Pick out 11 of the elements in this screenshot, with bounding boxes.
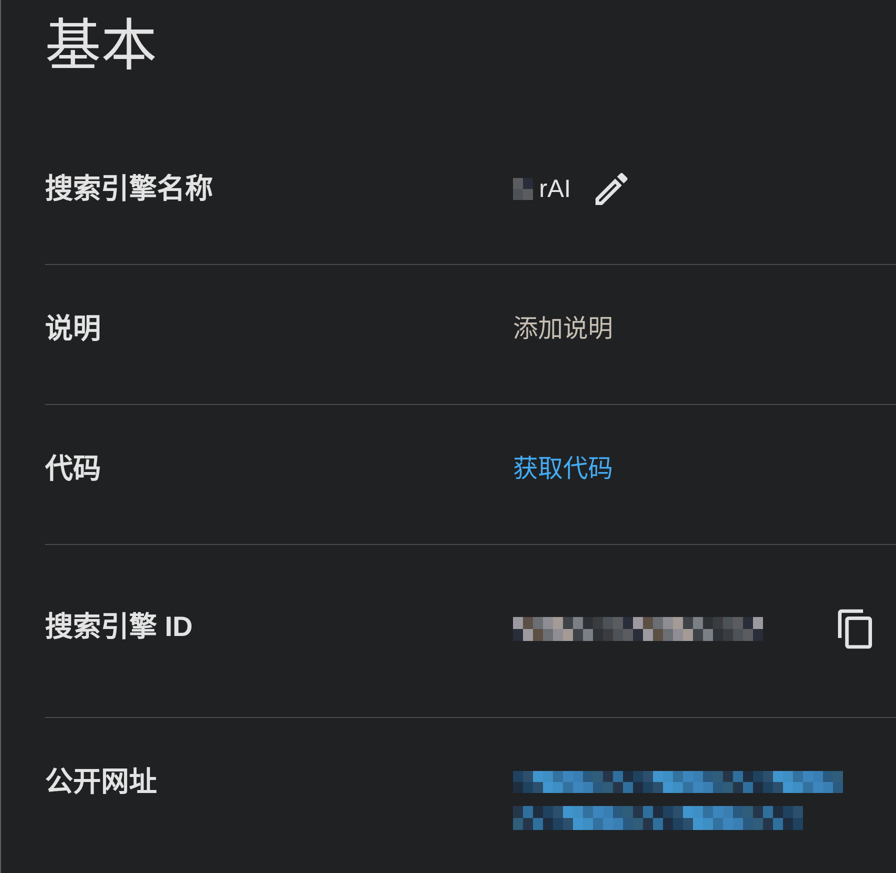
field-label: 搜索引擎 ID — [45, 610, 193, 644]
section-title: 基本 — [45, 13, 157, 79]
field-label: 说明 — [45, 312, 101, 346]
pencil-icon[interactable] — [594, 173, 628, 205]
get-code-link[interactable]: 获取代码 — [513, 451, 613, 487]
field-label: 搜索引擎名称 — [45, 172, 213, 206]
description-hint-text: 添加说明 — [513, 314, 613, 345]
field-label: 代码 — [45, 452, 101, 486]
engine-name-text: rAI — [539, 174, 571, 205]
copy-icon[interactable] — [838, 609, 872, 649]
field-label: 公开网址 — [45, 765, 157, 799]
